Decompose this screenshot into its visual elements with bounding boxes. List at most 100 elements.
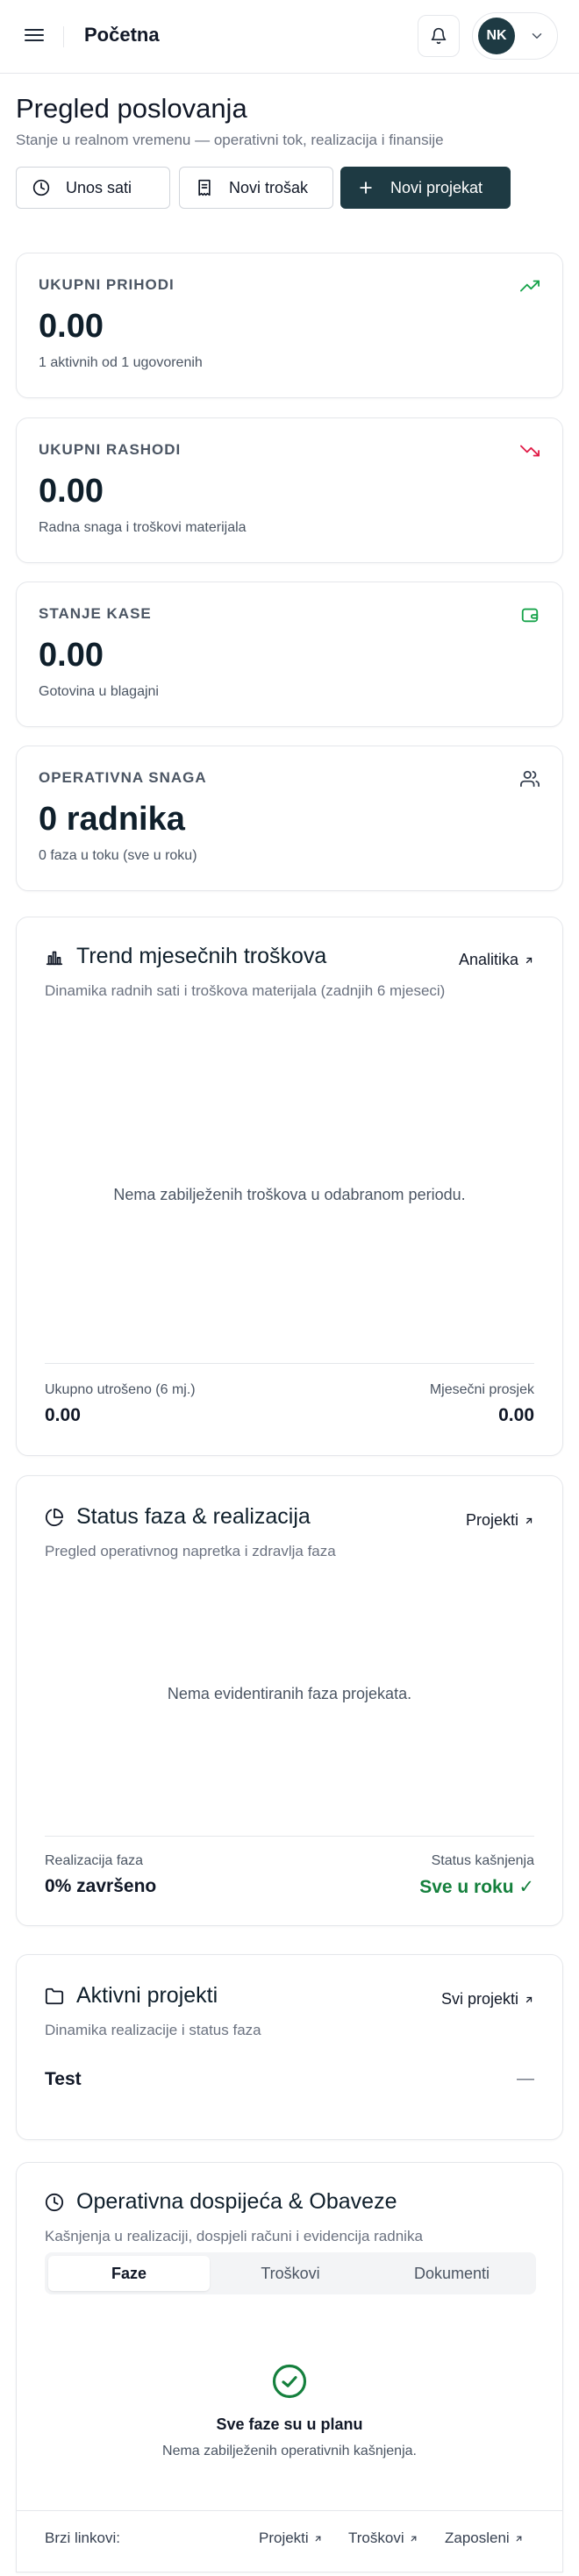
- arrow-up-right-icon: [315, 2536, 321, 2541]
- arrow-up-right-icon: [525, 957, 533, 963]
- delay-status-label: Status kašnjenja: [431, 1853, 534, 1868]
- divider: [63, 26, 64, 47]
- user-menu-button[interactable]: NK: [472, 12, 558, 60]
- quick-link-label: Zaposleni: [445, 2530, 510, 2546]
- quick-link-employees[interactable]: Zaposleni: [445, 2530, 524, 2547]
- stat-note: Radna snaga i troškovi materijala: [39, 520, 247, 535]
- receipt-icon: [198, 179, 211, 196]
- phases-ok-subtitle: Nema zabilježenih operativnih kašnjenja.: [162, 2444, 417, 2458]
- arrow-up-right-icon: [525, 1996, 533, 2002]
- notifications-button[interactable]: [418, 15, 460, 57]
- phases-subtitle: Pregled operativnog napretka i zdravlja …: [45, 1543, 336, 1559]
- trending-up-icon: [520, 280, 540, 292]
- bar-chart-icon: [46, 951, 63, 965]
- stat-card-revenue: UKUPNI PRIHODI 0.00 1 aktivnih od 1 ugov…: [16, 253, 563, 398]
- stat-note: 1 aktivnih od 1 ugovorenih: [39, 355, 203, 370]
- avatar: NK: [478, 18, 515, 54]
- check-circle-icon: [272, 2364, 307, 2399]
- realization-value: 0% završeno: [45, 1876, 157, 1896]
- stat-label: OPERATIVNA SNAGA: [39, 769, 207, 786]
- stat-card-workforce: OPERATIVNA SNAGA 0 radnika 0 faza u toku…: [16, 746, 563, 891]
- page-title: Pregled poslovanja: [16, 93, 247, 124]
- all-projects-link-label: Svi projekti: [440, 1990, 518, 2008]
- deadlines-card: Operativna dospijeća & Obaveze Kašnjenja…: [16, 2162, 563, 2572]
- total-spent-label: Ukupno utrošeno (6 mj.): [45, 1382, 196, 1397]
- divider: [45, 1363, 534, 1364]
- plus-icon: [360, 182, 372, 194]
- arrow-up-right-icon: [411, 2536, 416, 2541]
- trend-title: Trend mjesečnih troškova: [45, 944, 326, 969]
- chevron-down-icon: [532, 33, 542, 39]
- top-bar: Početna NK: [0, 0, 579, 74]
- projects-subtitle: Dinamika realizacije i status faza: [45, 2022, 261, 2038]
- users-icon: [520, 770, 540, 788]
- quick-link-expenses[interactable]: Troškovi: [348, 2530, 418, 2547]
- pie-chart-icon: [45, 1508, 64, 1526]
- stat-label: UKUPNI RASHODI: [39, 441, 182, 458]
- phases-empty-state: Nema evidentiranih faza projekata.: [167, 1685, 412, 1702]
- realization-label: Realizacija faza: [45, 1853, 144, 1868]
- quick-link-projects[interactable]: Projekti: [259, 2530, 323, 2547]
- stat-value: 0.00: [39, 473, 104, 510]
- deadlines-title-text: Operativna dospijeća & Obaveze: [76, 2189, 397, 2214]
- clock-icon: [45, 2193, 64, 2211]
- new-expense-label: Novi trošak: [229, 178, 309, 196]
- trending-down-icon: [520, 445, 540, 457]
- quick-link-label: Troškovi: [348, 2530, 404, 2546]
- projects-link-label: Projekti: [465, 1511, 518, 1529]
- divider: [45, 1836, 534, 1837]
- stat-note: 0 faza u toku (sve u roku): [39, 848, 197, 863]
- list-item[interactable]: Test —: [45, 2066, 534, 2101]
- quick-link-label: Projekti: [259, 2530, 309, 2546]
- tab-expenses[interactable]: Troškovi: [210, 2256, 371, 2291]
- new-expense-button[interactable]: Novi trošak: [179, 167, 333, 209]
- page-subtitle: Stanje u realnom vremenu — operativni to…: [16, 132, 444, 148]
- stat-value: 0.00: [39, 308, 104, 345]
- divider: [17, 2510, 562, 2511]
- phases-title-text: Status faza & realizacija: [76, 1504, 311, 1529]
- stat-note: Gotovina u blagajni: [39, 684, 159, 699]
- stat-label: STANJE KASE: [39, 605, 152, 622]
- phases-title: Status faza & realizacija: [45, 1504, 311, 1530]
- delay-status-value: Sve u roku ✓: [419, 1877, 534, 1897]
- clock-icon: [32, 179, 50, 196]
- log-hours-button[interactable]: Unos sati: [16, 167, 170, 209]
- trend-subtitle: Dinamika radnih sati i troškova materija…: [45, 982, 446, 999]
- stat-label: UKUPNI PRIHODI: [39, 276, 175, 293]
- arrow-up-right-icon: [516, 2536, 522, 2541]
- trend-empty-state: Nema zabilježenih troškova u odabranom p…: [113, 1186, 466, 1203]
- bell-icon: [431, 27, 447, 45]
- menu-icon[interactable]: [25, 26, 44, 46]
- log-hours-label: Unos sati: [66, 178, 132, 196]
- analytics-link-label: Analitika: [458, 951, 518, 968]
- deadlines-subtitle: Kašnjenja u realizaciji, dospjeli računi…: [45, 2228, 423, 2244]
- monthly-average-value: 0.00: [498, 1405, 534, 1425]
- page-header-title: Početna: [84, 24, 160, 46]
- phases-card: Status faza & realizacija Projekti Pregl…: [16, 1475, 563, 1926]
- trend-title-text: Trend mjesečnih troškova: [76, 944, 327, 968]
- tab-phases[interactable]: Faze: [48, 2256, 210, 2291]
- total-spent-value: 0.00: [45, 1405, 81, 1425]
- arrow-up-right-icon: [525, 1517, 533, 1523]
- deadlines-tabs: Faze Troškovi Dokumenti: [45, 2252, 536, 2294]
- tab-documents[interactable]: Dokumenti: [371, 2256, 533, 2291]
- deadlines-title: Operativna dospijeća & Obaveze: [45, 2189, 397, 2215]
- all-projects-link[interactable]: Svi projekti: [441, 1990, 534, 2009]
- projects-title-text: Aktivni projekti: [76, 1983, 218, 2008]
- project-status: —: [517, 2069, 534, 2088]
- phases-ok-title: Sve faze su u planu: [216, 2415, 363, 2433]
- active-projects-card: Aktivni projekti Svi projekti Dinamika r…: [16, 1954, 563, 2140]
- stat-value: 0.00: [39, 637, 104, 674]
- projects-link[interactable]: Projekti: [466, 1511, 534, 1530]
- stat-card-expenses: UKUPNI RASHODI 0.00 Radna snaga i troško…: [16, 417, 563, 563]
- folder-icon: [45, 1987, 64, 2004]
- analytics-link[interactable]: Analitika: [459, 951, 534, 969]
- trend-card: Trend mjesečnih troškova Analitika Dinam…: [16, 917, 563, 1456]
- new-project-label: Novi projekat: [390, 178, 483, 196]
- wallet-icon: [521, 608, 539, 623]
- monthly-average-label: Mjesečni prosjek: [429, 1382, 534, 1397]
- quick-links-label: Brzi linkovi:: [45, 2530, 120, 2546]
- new-project-button[interactable]: Novi projekat: [340, 167, 511, 209]
- stat-card-cash: STANJE KASE 0.00 Gotovina u blagajni: [16, 582, 563, 727]
- stat-value: 0 radnika: [39, 801, 185, 838]
